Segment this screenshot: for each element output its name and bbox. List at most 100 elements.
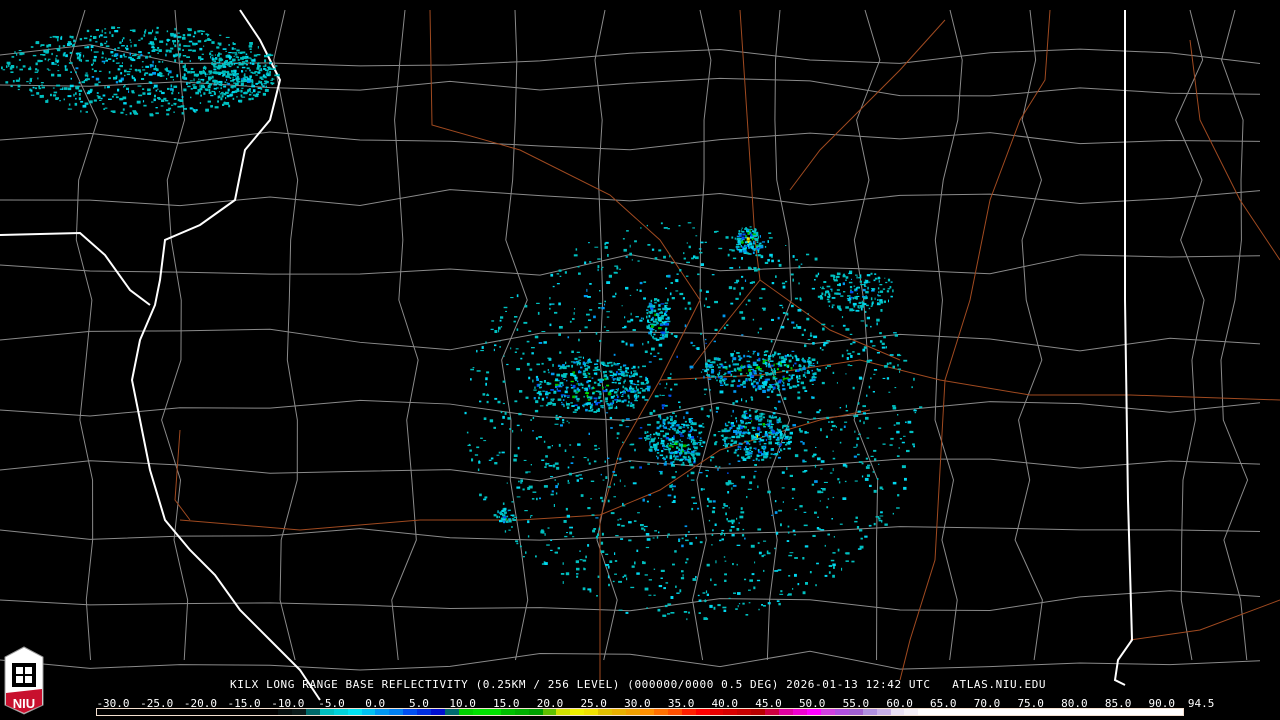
echo bbox=[733, 430, 737, 433]
echo bbox=[616, 371, 618, 374]
echo bbox=[869, 525, 871, 527]
echo bbox=[625, 374, 628, 377]
echo bbox=[754, 438, 759, 440]
echo bbox=[255, 74, 258, 76]
color-swatch bbox=[709, 709, 724, 715]
echo bbox=[727, 253, 730, 257]
echo bbox=[544, 466, 547, 468]
echo bbox=[746, 457, 751, 459]
echo bbox=[635, 373, 638, 376]
echo bbox=[750, 382, 754, 386]
echo bbox=[717, 374, 720, 377]
echo bbox=[245, 70, 247, 72]
echo bbox=[197, 80, 201, 83]
echo bbox=[241, 66, 246, 69]
echo bbox=[723, 381, 726, 385]
echo bbox=[93, 36, 97, 39]
echo bbox=[743, 251, 745, 254]
echo bbox=[561, 401, 563, 403]
echo bbox=[859, 529, 863, 532]
echo bbox=[216, 87, 219, 89]
echo bbox=[890, 295, 893, 298]
echo bbox=[794, 509, 797, 511]
echo bbox=[828, 421, 830, 423]
echo bbox=[488, 459, 492, 461]
echo bbox=[676, 355, 678, 358]
echo bbox=[752, 361, 757, 364]
echo bbox=[802, 557, 805, 560]
echo bbox=[172, 79, 174, 81]
echo bbox=[254, 71, 258, 73]
highways bbox=[174, 9, 1280, 681]
echo bbox=[745, 400, 747, 403]
echo bbox=[754, 470, 757, 472]
echo bbox=[760, 370, 764, 372]
echo bbox=[565, 507, 568, 511]
echo bbox=[561, 377, 563, 379]
echo bbox=[761, 254, 763, 258]
echo bbox=[595, 535, 598, 539]
radar-map[interactable] bbox=[0, 0, 1280, 720]
echo bbox=[764, 431, 768, 434]
echo bbox=[136, 100, 141, 104]
echo bbox=[140, 53, 143, 57]
echo bbox=[477, 468, 480, 471]
echo bbox=[764, 350, 769, 353]
echo bbox=[35, 62, 38, 66]
echo bbox=[653, 568, 656, 570]
echo bbox=[222, 91, 224, 95]
echo bbox=[803, 365, 806, 368]
echo bbox=[667, 533, 670, 536]
echo bbox=[763, 426, 766, 428]
echo bbox=[173, 98, 177, 100]
echo bbox=[516, 486, 521, 489]
echo bbox=[625, 370, 628, 372]
echo bbox=[274, 74, 279, 77]
echo bbox=[698, 612, 701, 614]
echo bbox=[649, 327, 653, 331]
echo bbox=[855, 414, 859, 417]
echo bbox=[565, 401, 567, 403]
echo bbox=[590, 480, 595, 482]
color-swatch bbox=[236, 709, 251, 715]
echo bbox=[778, 365, 780, 368]
echo bbox=[879, 332, 882, 335]
echo bbox=[751, 246, 754, 250]
echo bbox=[597, 378, 601, 381]
color-swatch bbox=[626, 709, 640, 715]
echo bbox=[871, 288, 875, 290]
echo bbox=[243, 78, 247, 80]
echo bbox=[558, 302, 561, 306]
echo bbox=[576, 351, 580, 353]
echo bbox=[105, 59, 108, 62]
echo bbox=[208, 73, 211, 75]
echo bbox=[181, 112, 184, 115]
echo bbox=[718, 376, 722, 379]
echo bbox=[78, 81, 81, 84]
echo bbox=[502, 502, 505, 505]
echo bbox=[865, 295, 867, 297]
echo bbox=[847, 295, 851, 297]
echo bbox=[689, 438, 692, 440]
echo bbox=[650, 334, 652, 337]
echo bbox=[471, 458, 474, 462]
echo bbox=[608, 370, 611, 372]
echo bbox=[820, 460, 825, 463]
echo bbox=[142, 100, 145, 103]
echo bbox=[737, 355, 741, 358]
echo bbox=[166, 30, 169, 33]
echo bbox=[853, 455, 857, 458]
echo bbox=[240, 57, 244, 60]
echo bbox=[17, 84, 21, 88]
echo bbox=[578, 272, 581, 275]
echo bbox=[825, 435, 828, 438]
echo bbox=[106, 40, 108, 43]
echo bbox=[128, 90, 130, 93]
echo bbox=[582, 356, 584, 359]
echo bbox=[568, 472, 572, 476]
echo bbox=[742, 528, 745, 531]
echo bbox=[494, 344, 497, 347]
echo bbox=[192, 49, 196, 52]
echo bbox=[658, 414, 662, 418]
echo bbox=[787, 531, 790, 534]
